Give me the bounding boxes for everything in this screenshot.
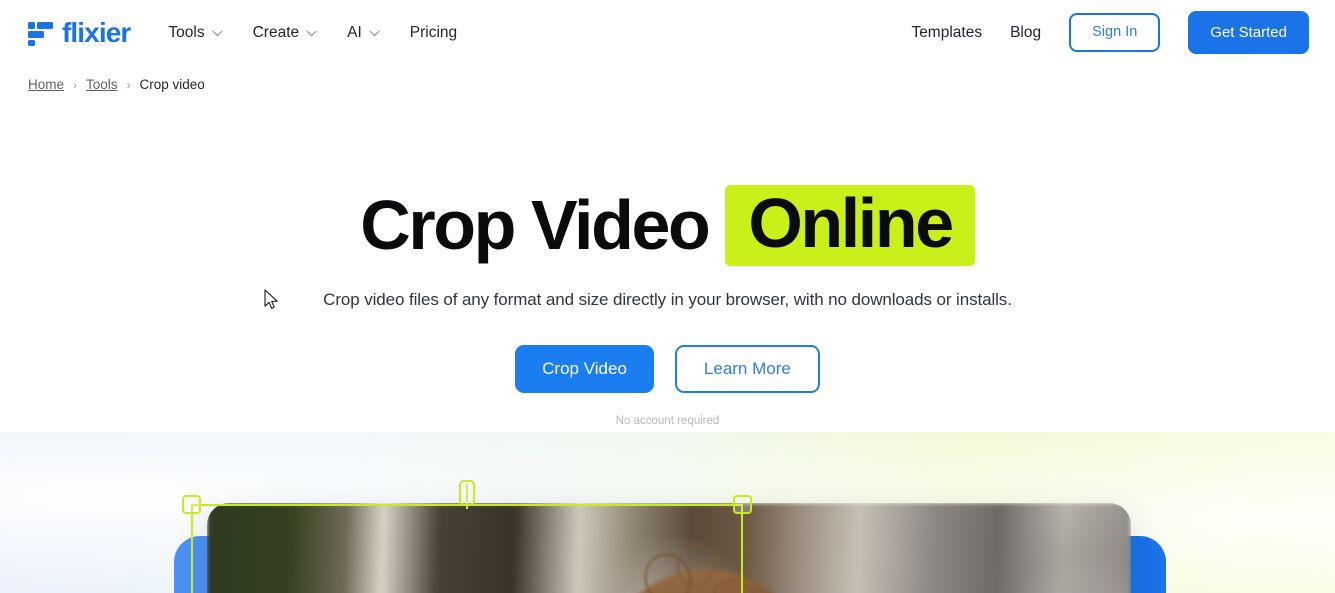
page-title: Crop Video Online bbox=[0, 185, 1335, 266]
chevron-down-icon bbox=[306, 30, 317, 37]
hero-section: Crop Video Online Crop video files of an… bbox=[0, 92, 1335, 427]
page-title-plain: Crop Video bbox=[360, 185, 710, 264]
crop-handle-top-left[interactable] bbox=[182, 495, 201, 514]
breadcrumb-home[interactable]: Home bbox=[28, 77, 64, 92]
nav-item-ai-label: AI bbox=[347, 23, 362, 41]
flixier-logo-mark-icon bbox=[28, 20, 53, 46]
breadcrumb-current: Crop video bbox=[139, 77, 205, 92]
nav-item-pricing-label: Pricing bbox=[409, 23, 458, 41]
page-title-highlight: Online bbox=[725, 185, 975, 266]
learn-more-button[interactable]: Learn More bbox=[674, 345, 820, 393]
crop-handle-top-right[interactable] bbox=[733, 495, 752, 514]
sign-in-button[interactable]: Sign In bbox=[1069, 13, 1161, 52]
nav-item-create[interactable]: Create bbox=[253, 24, 318, 42]
hero-cta-group: Crop Video Learn More bbox=[0, 345, 1335, 393]
breadcrumb-separator-icon: › bbox=[126, 77, 131, 92]
nav-item-create-label: Create bbox=[252, 23, 300, 41]
secondary-nav: Templates Blog Sign In Get Started bbox=[911, 11, 1309, 54]
flixier-logo-text: flixier bbox=[62, 16, 131, 48]
chevron-down-icon bbox=[369, 30, 380, 37]
crop-video-button[interactable]: Crop Video bbox=[515, 345, 654, 393]
crop-handle-top-center[interactable] bbox=[459, 480, 475, 506]
nav-item-pricing[interactable]: Pricing bbox=[410, 24, 457, 42]
nav-item-tools-label: Tools bbox=[168, 23, 205, 41]
flixier-logo[interactable]: flixier bbox=[28, 16, 131, 49]
nav-item-ai[interactable]: AI bbox=[347, 24, 380, 42]
nav-item-tools[interactable]: Tools bbox=[168, 23, 223, 42]
breadcrumb-tools[interactable]: Tools bbox=[86, 77, 118, 92]
nav-item-blog[interactable]: Blog bbox=[1010, 24, 1041, 42]
get-started-button[interactable]: Get Started bbox=[1188, 11, 1309, 54]
no-account-required-note: No account required bbox=[615, 415, 720, 427]
primary-nav: Tools Create AI Pricing bbox=[168, 24, 457, 42]
preview-stage bbox=[0, 432, 1335, 593]
chevron-down-icon bbox=[211, 30, 223, 37]
nav-item-templates[interactable]: Templates bbox=[911, 24, 982, 42]
breadcrumb: Home › Tools › Crop video bbox=[0, 65, 1335, 92]
hero-subtitle: Crop video files of any format and size … bbox=[323, 290, 1012, 309]
breadcrumb-separator-icon: › bbox=[73, 77, 78, 92]
site-header: flixier Tools Create AI Pricing Template… bbox=[0, 0, 1335, 65]
video-preview[interactable] bbox=[207, 503, 1131, 593]
